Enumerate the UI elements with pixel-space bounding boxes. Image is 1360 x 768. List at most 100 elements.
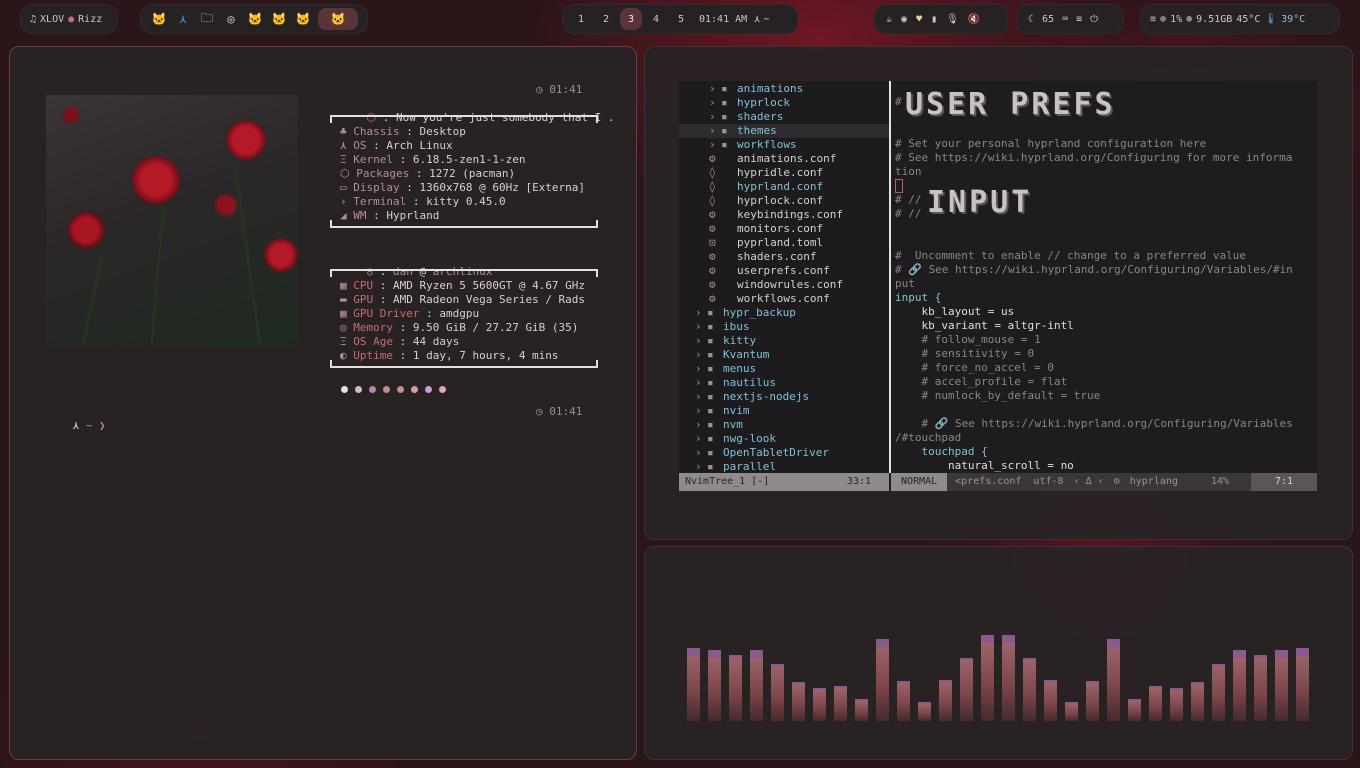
media-artist: XLOV	[40, 13, 65, 25]
tree-item-label: OpenTabletDriver	[723, 446, 829, 459]
target-icon[interactable]: ◎	[222, 10, 240, 28]
tree-item[interactable]: › ▪ nvm	[679, 418, 889, 432]
tree-item-label: shaders.conf	[737, 250, 817, 263]
tree-item[interactable]: › ▪ workflows	[679, 138, 889, 152]
nvim-window[interactable]: › ▪ animations › ▪ hyprlock › ▪ shaders › ▪ themes ›…	[644, 46, 1353, 540]
chevron-right-icon: ›	[695, 320, 702, 333]
tree-item[interactable]: › ▪ nautilus	[679, 376, 889, 390]
tree-item[interactable]: ⚙ workflows.conf	[679, 292, 889, 306]
editor-buffer[interactable]: USER PREFS INPUT # # Set your personal hy…	[891, 81, 1317, 473]
tree-item[interactable]: ⊡ pyprland.toml	[679, 236, 889, 250]
tree-item[interactable]: ◊ hyprlock.conf	[679, 194, 889, 208]
prompt-line-2: ⋏ ~ ❯	[46, 405, 106, 447]
eye-icon[interactable]: ◉	[901, 14, 907, 25]
tree-item[interactable]: › ▪ animations	[679, 82, 889, 96]
visualizer-bar	[1170, 688, 1183, 721]
cpu-usage: 1%	[1170, 13, 1183, 25]
info-key: GPU	[353, 293, 380, 306]
tree-item[interactable]: › ▪ hyprlock	[679, 96, 889, 110]
tree-item[interactable]: › ▪ hypr_backup	[679, 306, 889, 320]
keyboard-icon[interactable]: ⌨	[1062, 14, 1068, 25]
cpu-icon: ⊕	[1160, 13, 1167, 25]
box-bottom	[330, 220, 598, 228]
tree-item[interactable]: › ▪ nvim	[679, 404, 889, 418]
folder-icon: ▪	[721, 124, 728, 137]
tree-item-label: workflows.conf	[737, 292, 830, 305]
power-icon[interactable]: ⏻	[1090, 14, 1098, 25]
visualizer-bar	[1065, 702, 1078, 721]
tree-item-label: nvim	[723, 404, 750, 417]
heart-icon[interactable]: ♥	[916, 14, 922, 25]
wifi-icon[interactable]: ≋	[1150, 14, 1156, 25]
file-icon: ◊	[709, 166, 716, 179]
tree-buffer-name: NvimTree_1 [-]	[685, 476, 770, 487]
nvim-tree[interactable]: › ▪ animations › ▪ hyprlock › ▪ shaders › ▪ themes ›…	[679, 81, 889, 473]
folder-icon: ▪	[721, 110, 728, 123]
tree-item-label: ibus	[723, 320, 750, 333]
workspace-2[interactable]: 2	[595, 8, 617, 30]
tree-item[interactable]: ⚙ animations.conf	[679, 152, 889, 166]
tree-item[interactable]: › ▪ Kvantum	[679, 348, 889, 362]
tree-item[interactable]: ◊ hyprland.conf	[679, 180, 889, 194]
chevron-right-icon: ›	[709, 138, 716, 151]
tree-item[interactable]: ⚙ keybindings.conf	[679, 208, 889, 222]
tree-item[interactable]: › ▪ themes	[679, 124, 889, 138]
filetype: hyprlang	[1129, 476, 1178, 487]
workspace-4[interactable]: 4	[645, 8, 667, 30]
idle-inhibitor-icon[interactable]: ☕	[886, 14, 892, 25]
tree-item[interactable]: ⚙ userprefs.conf	[679, 264, 889, 278]
stem	[233, 165, 262, 345]
menu-icon[interactable]: ≡	[1076, 14, 1082, 25]
cat-app-icon[interactable]: 🐱	[294, 10, 312, 28]
battery-icon[interactable]: ▮	[931, 14, 937, 25]
tree-item[interactable]: › ▪ OpenTabletDriver	[679, 446, 889, 460]
cpu-temp: 45°C	[1236, 13, 1261, 25]
cat-app-icon-active[interactable]: 🐱	[318, 8, 358, 30]
box-bottom	[330, 360, 598, 368]
palette-dot	[369, 386, 376, 393]
tree-item[interactable]: › ▪ shaders	[679, 110, 889, 124]
palette-dot	[411, 386, 418, 393]
tree-item[interactable]: ⚙ shaders.conf	[679, 250, 889, 264]
tree-item[interactable]: ⚙ monitors.conf	[679, 222, 889, 236]
code-line: input {	[895, 291, 942, 304]
moon-icon[interactable]: ☾	[1028, 14, 1034, 25]
info-value: : kitty 0.45.0	[412, 195, 506, 208]
workspace-3[interactable]: 3	[620, 8, 642, 30]
microphone-icon[interactable]: 🎙	[946, 14, 959, 25]
visualizer-bar	[1086, 681, 1099, 721]
tree-item[interactable]: ◊ hypridle.conf	[679, 166, 889, 180]
tree-item-label: nwg-look	[723, 432, 776, 445]
chevron-right-icon: ›	[695, 460, 702, 473]
info-key: Terminal	[353, 195, 413, 208]
visualizer-bar	[1044, 680, 1057, 721]
tree-item[interactable]: › ▪ nextjs-nodejs	[679, 390, 889, 404]
code-line: /#touchpad	[895, 431, 962, 444]
media-pill[interactable]: ♫ XLOV ● Rizz	[20, 4, 118, 34]
cat-app-icon[interactable]: 🐱	[246, 10, 264, 28]
volume-muted-icon[interactable]: 🔇	[968, 14, 980, 25]
workspace-5[interactable]: 5	[670, 8, 692, 30]
tree-item[interactable]: › ▪ kitty	[679, 334, 889, 348]
folder-icon: ▪	[707, 362, 714, 375]
visualizer-bar	[918, 702, 931, 721]
info-row: ⋏ OS : Arch Linux	[340, 139, 585, 153]
arch-icon[interactable]: ⋏	[174, 10, 192, 28]
tree-item-label: keybindings.conf	[737, 208, 843, 221]
info-row: ◎ Memory : 9.50 GiB / 27.27 GiB (35)	[340, 321, 585, 335]
tree-item[interactable]: › ▪ menus	[679, 362, 889, 376]
workspace-1[interactable]: 1	[570, 8, 592, 30]
tree-item[interactable]: › ▪ nwg-look	[679, 432, 889, 446]
cat-app-icon[interactable]: 🐱	[150, 10, 168, 28]
tree-item[interactable]: ⚙ windowrules.conf	[679, 278, 889, 292]
folder-icon[interactable]: 🗀	[198, 10, 216, 28]
cat-app-icon[interactable]: 🐱	[270, 10, 288, 28]
tree-item[interactable]: › ▪ parallel	[679, 460, 889, 474]
nvim-editor[interactable]: › ▪ animations › ▪ hyprlock › ▪ shaders › ▪ themes ›…	[679, 81, 1317, 491]
info-icon: ▦	[340, 279, 354, 292]
code-line: # force_no_accel = 0	[895, 361, 1054, 374]
tree-item-label: workflows	[737, 138, 797, 151]
code-line: # Set your personal hyprland configurati…	[895, 137, 1207, 150]
terminal-window[interactable]: ⋏ ~ ❯ fastfetch ◷ 01:41 ⬡ : Now you're j…	[9, 46, 637, 760]
tree-item[interactable]: › ▪ ibus	[679, 320, 889, 334]
